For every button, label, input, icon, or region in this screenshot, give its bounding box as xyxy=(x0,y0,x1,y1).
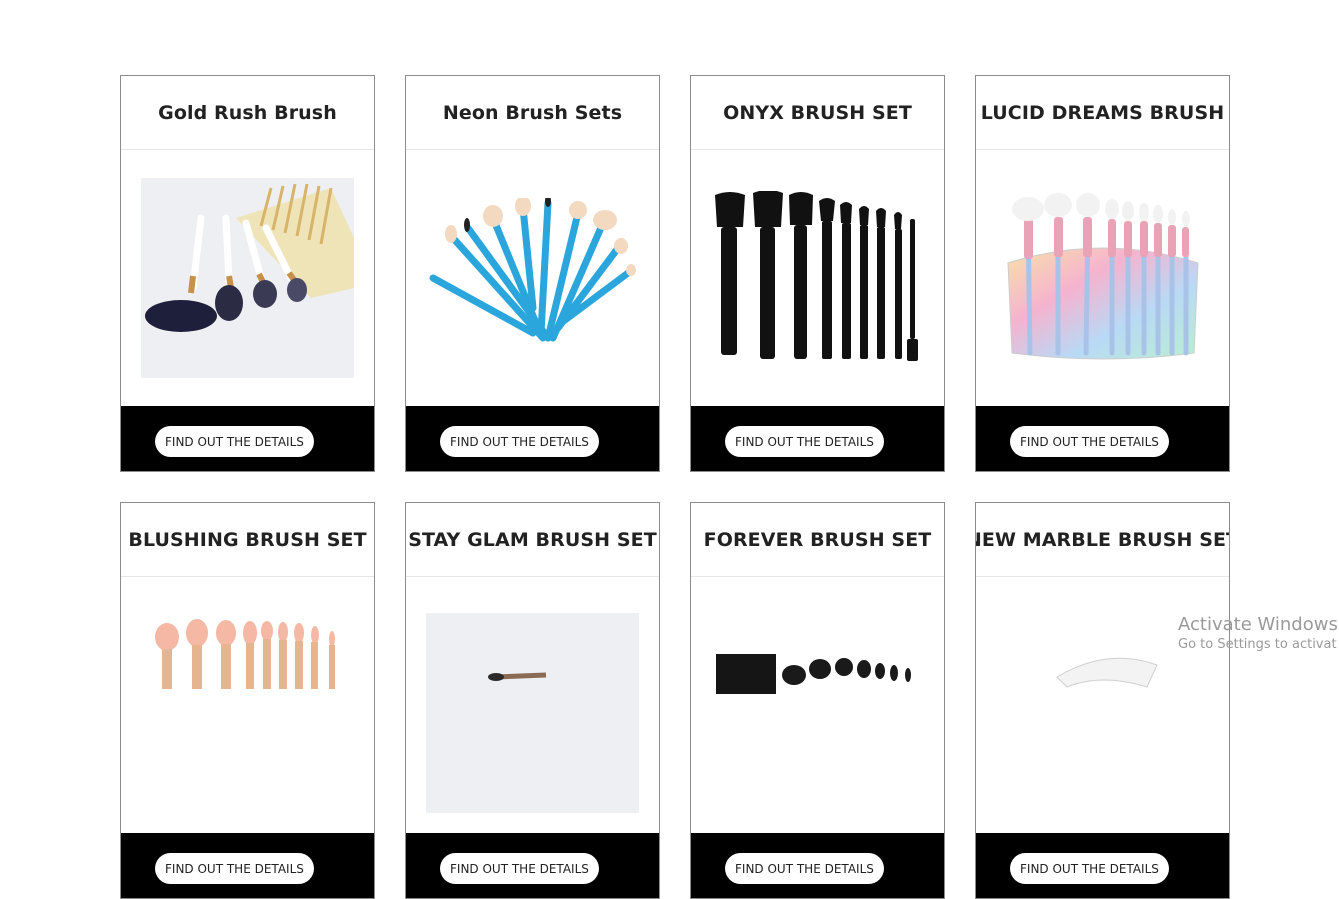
product-card: Gold Rush Brush FIND OUT THE DETAILS xyxy=(120,75,375,472)
product-title: Neon Brush Sets xyxy=(406,76,659,150)
brush-photo xyxy=(141,178,354,378)
product-title: NEW MARBLE BRUSH SET xyxy=(976,503,1229,577)
blushing-brush-set-image[interactable] xyxy=(121,577,374,833)
find-out-details-button[interactable]: FIND OUT THE DETAILS xyxy=(155,426,314,457)
windows-activation-watermark: Activate Windows Go to Settings to activ… xyxy=(1178,614,1338,652)
find-out-details-button[interactable]: FIND OUT THE DETAILS xyxy=(725,853,884,884)
card-footer: FIND OUT THE DETAILS xyxy=(976,833,1229,898)
brush-photo xyxy=(714,190,918,361)
product-card: STAY GLAM BRUSH SET FIND OUT THE DETAILS xyxy=(405,502,660,899)
find-out-details-button[interactable]: FIND OUT THE DETAILS xyxy=(440,853,599,884)
gold-rush-brush-image[interactable] xyxy=(121,150,374,406)
find-out-details-button[interactable]: FIND OUT THE DETAILS xyxy=(440,426,599,457)
product-grid: Gold Rush Brush FIND OUT THE DETAILS Neo… xyxy=(120,75,1230,899)
find-out-details-button[interactable]: FIND OUT THE DETAILS xyxy=(725,426,884,457)
brush-photo xyxy=(155,619,335,689)
onyx-brush-set-image[interactable] xyxy=(691,150,944,406)
find-out-details-button[interactable]: FIND OUT THE DETAILS xyxy=(155,853,314,884)
lucid-dreams-brush-image[interactable] xyxy=(976,150,1229,406)
product-card: ONYX BRUSH SET FIND OUT THE DETAILS xyxy=(690,75,945,472)
stay-glam-brush-set-image[interactable] xyxy=(406,577,659,833)
watermark-subtitle: Go to Settings to activat xyxy=(1178,637,1337,652)
product-title: Gold Rush Brush xyxy=(121,76,374,150)
product-card: LUCID DREAMS BRUSH FIND OUT THE DETAILS xyxy=(975,75,1230,472)
brush-photo xyxy=(429,198,636,342)
product-title: LUCID DREAMS BRUSH xyxy=(976,76,1229,150)
brush-photo xyxy=(426,613,639,813)
find-out-details-button[interactable]: FIND OUT THE DETAILS xyxy=(1010,426,1169,457)
card-footer: FIND OUT THE DETAILS xyxy=(976,406,1229,471)
product-card: BLUSHING BRUSH SET FIND OUT THE DETAILS xyxy=(120,502,375,899)
card-footer: FIND OUT THE DETAILS xyxy=(691,833,944,898)
brush-photo xyxy=(716,654,911,694)
product-title: BLUSHING BRUSH SET xyxy=(121,503,374,577)
product-title: ONYX BRUSH SET xyxy=(691,76,944,150)
product-title: STAY GLAM BRUSH SET xyxy=(406,503,659,577)
forever-brush-set-image[interactable] xyxy=(691,577,944,833)
product-card: NEW MARBLE BRUSH SET FIND OUT THE DETAIL… xyxy=(975,502,1230,899)
find-out-details-button[interactable]: FIND OUT THE DETAILS xyxy=(1010,853,1169,884)
product-title: FOREVER BRUSH SET xyxy=(691,503,944,577)
card-footer: FIND OUT THE DETAILS xyxy=(406,833,659,898)
card-footer: FIND OUT THE DETAILS xyxy=(121,833,374,898)
card-footer: FIND OUT THE DETAILS xyxy=(121,406,374,471)
card-footer: FIND OUT THE DETAILS xyxy=(406,406,659,471)
product-card: FOREVER BRUSH SET FIND OUT THE DETAILS xyxy=(690,502,945,899)
brush-photo xyxy=(1006,193,1199,360)
neon-brush-set-image[interactable] xyxy=(406,150,659,406)
product-card: Neon Brush Sets FIND OUT THE DETAILS xyxy=(405,75,660,472)
card-footer: FIND OUT THE DETAILS xyxy=(691,406,944,471)
watermark-title: Activate Windows xyxy=(1178,614,1338,635)
